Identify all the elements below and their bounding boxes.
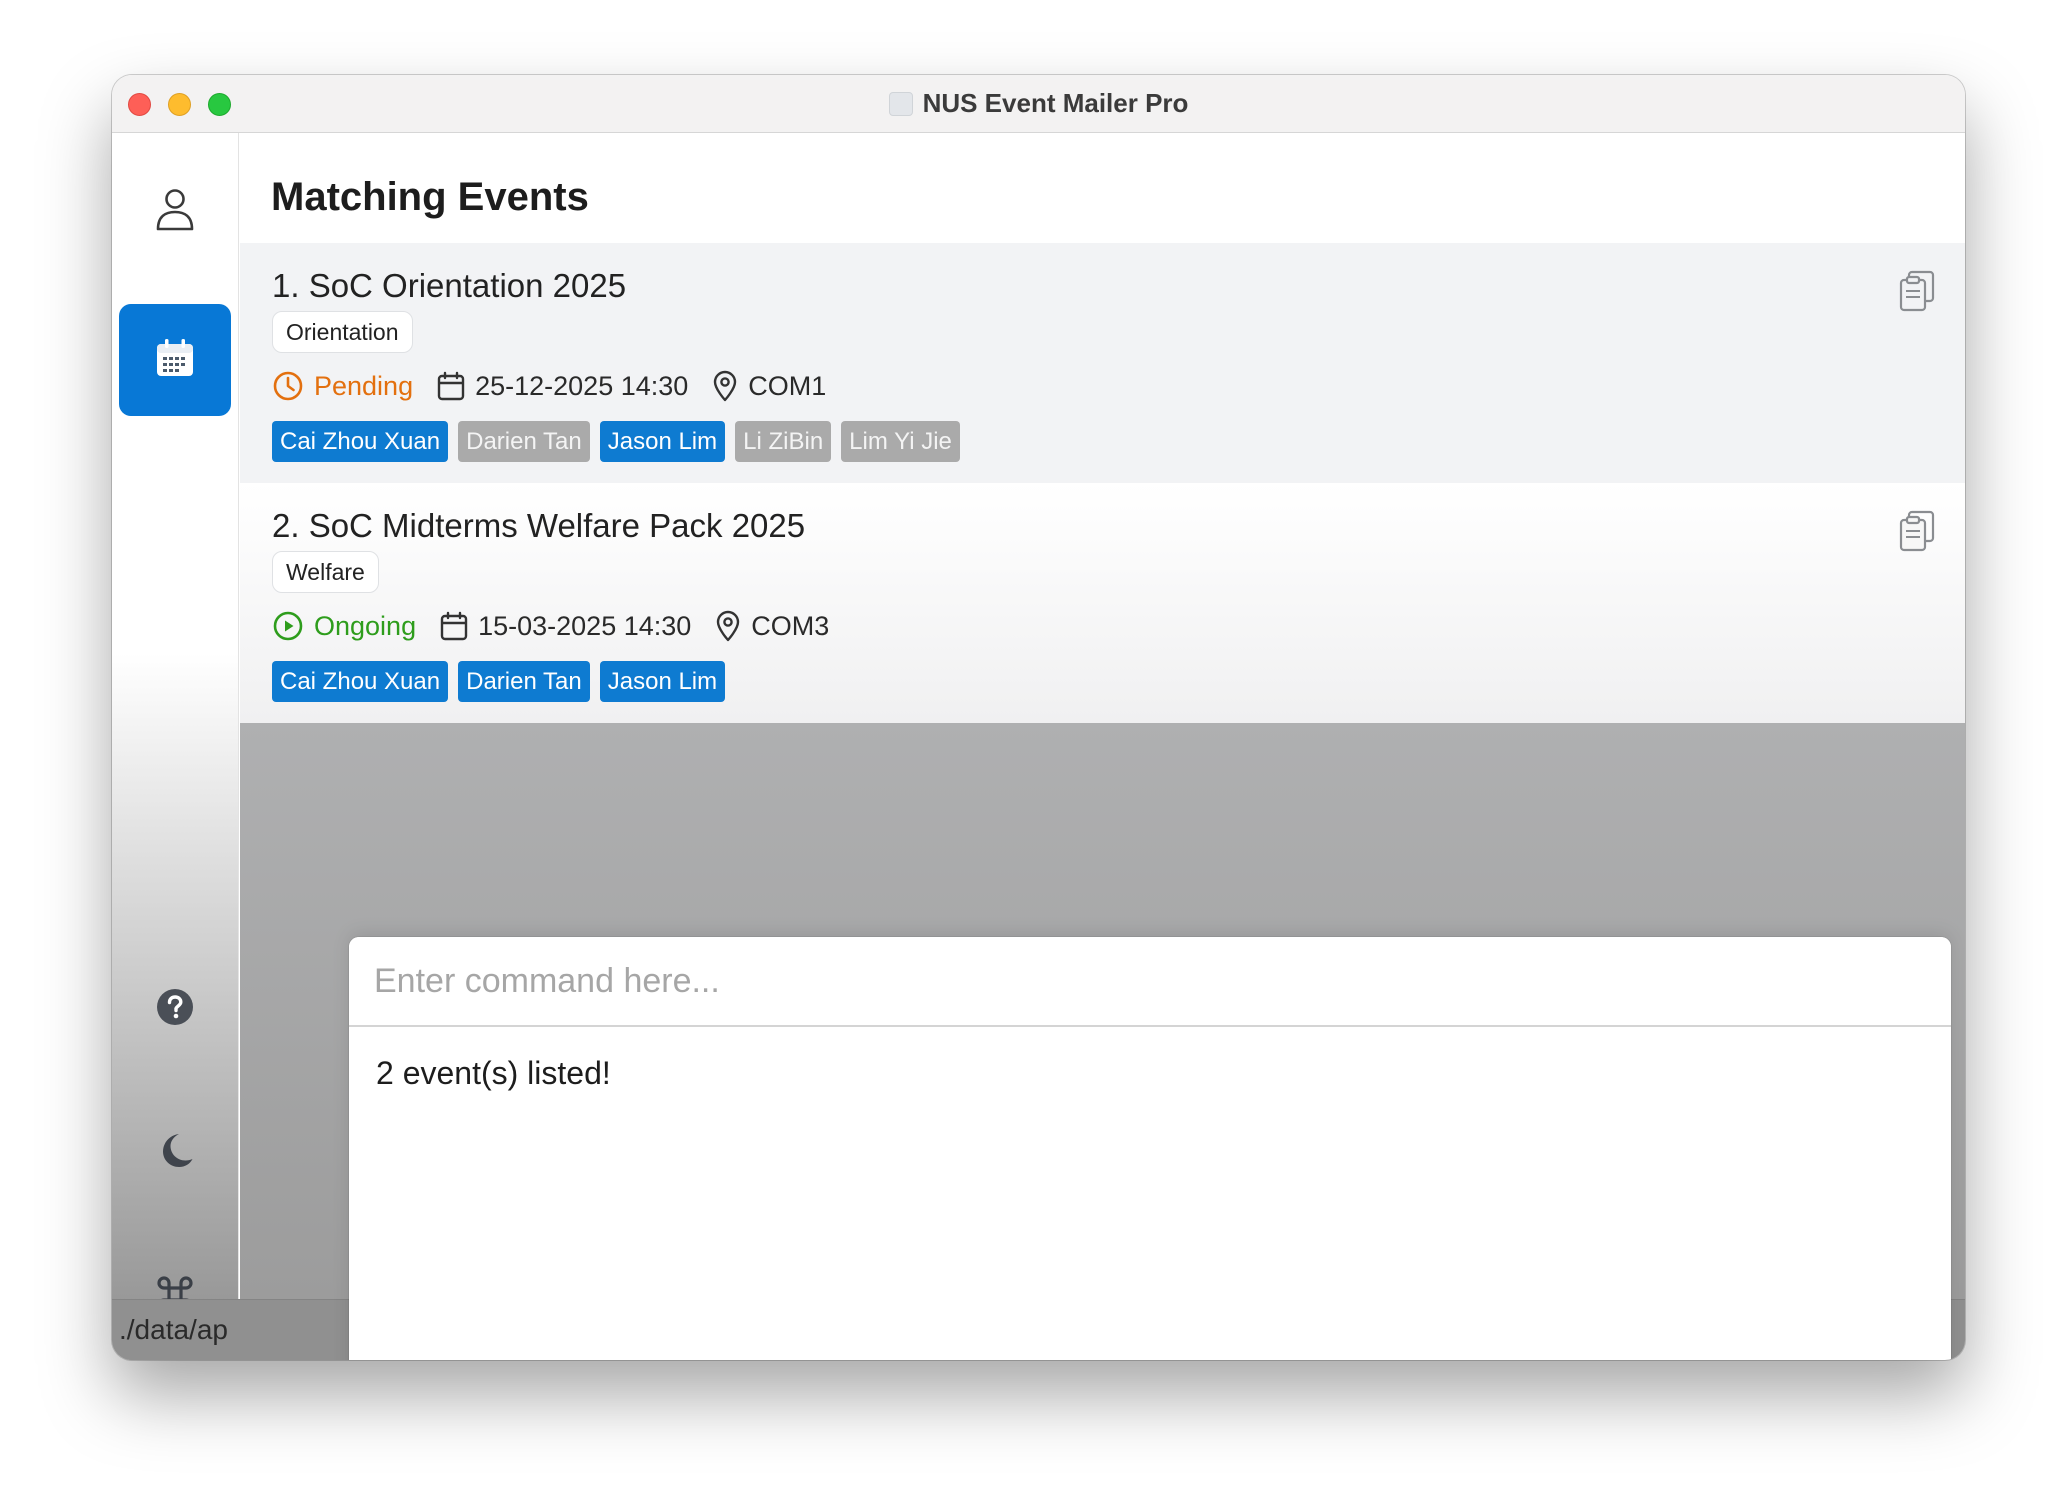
event-datetime: 15-03-2025 14:30 [440,611,691,642]
page-header: Matching Events [240,133,1965,243]
clipboard-icon [1897,269,1937,313]
location-pin-icon [712,370,748,402]
event-card[interactable]: 1. SoC Orientation 2025 Orientation Pend… [240,243,1965,483]
title-area: NUS Event Mailer Pro [112,75,1965,132]
event-tag: Welfare [272,551,379,593]
participant-chip[interactable]: Darien Tan [458,421,590,462]
event-location: COM3 [715,610,829,642]
sidebar-item-help[interactable] [119,953,231,1065]
calendar-icon [154,337,196,384]
data-file-path: ./data/ap [119,1314,228,1345]
participant-chip[interactable]: Jason Lim [599,421,726,462]
person-icon [155,185,195,238]
participant-chip[interactable]: Darien Tan [458,661,590,702]
event-meta: Pending 25-12-2025 14:30 COM1 [272,367,850,405]
app-window: NUS Event Mailer Pro Matching Events 1. … [112,75,1965,1360]
status-badge: Ongoing [272,610,416,642]
participant-list: Cai Zhou Xuan Darien Tan Jason Lim Li Zi… [272,421,960,462]
participant-list: Cai Zhou Xuan Darien Tan Jason Lim [272,661,726,702]
calendar-small-icon [437,371,475,401]
status-text: Pending [314,370,414,401]
event-datetime: 25-12-2025 14:30 [437,371,688,402]
clipboard-icon [1897,509,1937,553]
datetime-text: 15-03-2025 14:30 [478,610,692,641]
event-meta: Ongoing 15-03-2025 14:30 COM3 [272,607,853,645]
event-title: 2. SoC Midterms Welfare Pack 2025 [272,507,806,544]
sidebar-item-theme[interactable] [119,1096,231,1208]
participant-chip[interactable]: Cai Zhou Xuan [272,661,449,702]
result-display: 2 event(s) listed! [376,1055,611,1091]
sidebar [112,133,239,1360]
moon-icon [155,1130,195,1175]
location-text: COM1 [748,370,827,401]
location-text: COM3 [751,610,830,641]
datetime-text: 25-12-2025 14:30 [475,370,689,401]
event-tag: Orientation [272,311,413,353]
clock-icon [272,370,314,402]
title-bar: NUS Event Mailer Pro [112,75,1965,133]
help-icon [155,987,195,1032]
sidebar-item-contacts[interactable] [119,155,231,267]
status-text: Ongoing [314,610,417,641]
event-location: COM1 [712,370,826,402]
window-title: NUS Event Mailer Pro [922,88,1189,118]
participant-chip[interactable]: Li ZiBin [735,421,832,462]
participant-chip[interactable]: Lim Yi Jie [841,421,960,462]
event-title: 1. SoC Orientation 2025 [272,267,627,304]
event-card[interactable]: 2. SoC Midterms Welfare Pack 2025 Welfar… [240,483,1965,723]
app-icon [888,91,913,116]
calendar-small-icon [440,611,478,641]
page-title: Matching Events [271,175,589,219]
participant-chip[interactable]: Jason Lim [599,661,726,702]
copy-button[interactable] [1895,267,1939,315]
command-input[interactable] [349,937,1951,1027]
participant-chip[interactable]: Cai Zhou Xuan [272,421,449,462]
copy-button[interactable] [1895,507,1939,555]
sidebar-item-events[interactable] [119,304,231,416]
command-panel: 2 event(s) listed! [349,937,1951,1360]
play-circle-icon [272,610,314,642]
status-badge: Pending [272,370,413,402]
location-pin-icon [715,610,751,642]
